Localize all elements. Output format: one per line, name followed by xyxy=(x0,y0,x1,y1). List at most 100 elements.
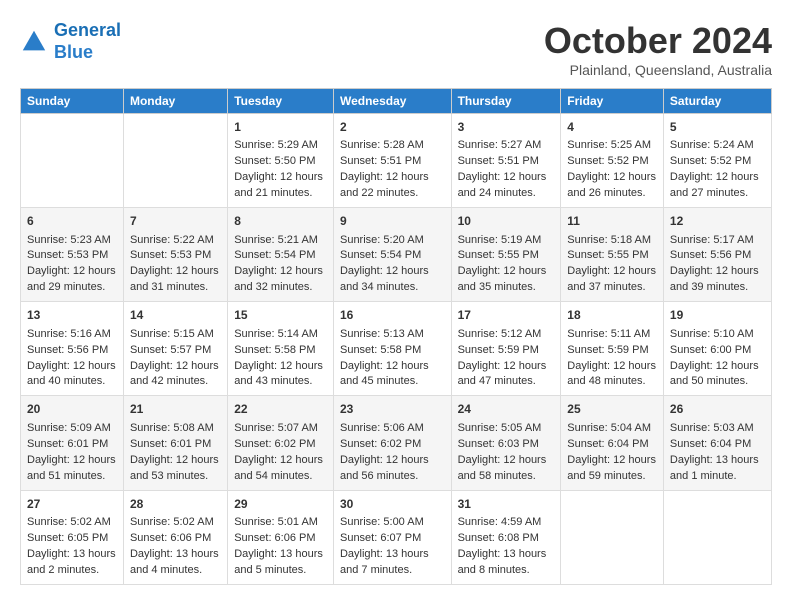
day-info: Sunset: 6:01 PM xyxy=(27,437,117,453)
day-info: Sunset: 5:55 PM xyxy=(458,248,555,264)
day-info: Sunset: 6:02 PM xyxy=(234,437,327,453)
calendar-cell: 29Sunrise: 5:01 AMSunset: 6:06 PMDayligh… xyxy=(228,490,334,584)
day-info: Sunset: 5:55 PM xyxy=(567,248,657,264)
day-info: Sunrise: 5:25 AM xyxy=(567,138,657,154)
day-info: Sunrise: 5:04 AM xyxy=(567,421,657,437)
day-info: Sunset: 6:00 PM xyxy=(670,343,765,359)
weekday-header-row: SundayMondayTuesdayWednesdayThursdayFrid… xyxy=(21,89,772,114)
day-info: Sunrise: 5:16 AM xyxy=(27,327,117,343)
day-number: 18 xyxy=(567,307,657,324)
day-info: Daylight: 13 hours and 7 minutes. xyxy=(340,547,445,579)
calendar-cell xyxy=(561,490,664,584)
day-info: Sunset: 6:04 PM xyxy=(567,437,657,453)
day-info: Sunrise: 5:17 AM xyxy=(670,233,765,249)
calendar-cell: 5Sunrise: 5:24 AMSunset: 5:52 PMDaylight… xyxy=(663,114,771,208)
day-number: 1 xyxy=(234,119,327,136)
day-info: Sunset: 5:54 PM xyxy=(234,248,327,264)
calendar-cell: 4Sunrise: 5:25 AMSunset: 5:52 PMDaylight… xyxy=(561,114,664,208)
calendar-cell: 16 Sunrise: 5:13 AMSunset: 5:58 PMDayligh… xyxy=(333,302,451,396)
calendar-cell: 9Sunrise: 5:20 AMSunset: 5:54 PMDaylight… xyxy=(333,208,451,302)
day-number: 14 xyxy=(130,307,221,324)
calendar-cell: 24Sunrise: 5:05 AMSunset: 6:03 PMDayligh… xyxy=(451,396,561,490)
calendar-cell: 17Sunrise: 5:12 AMSunset: 5:59 PMDayligh… xyxy=(451,302,561,396)
day-number: 22 xyxy=(234,401,327,418)
logo: General Blue xyxy=(20,20,121,63)
day-info: Sunset: 5:59 PM xyxy=(458,343,555,359)
day-info: Sunrise: 5:11 AM xyxy=(567,327,657,343)
weekday-header: Friday xyxy=(561,89,664,114)
calendar-cell: 22Sunrise: 5:07 AMSunset: 6:02 PMDayligh… xyxy=(228,396,334,490)
weekday-header: Monday xyxy=(123,89,227,114)
calendar-cell: 10Sunrise: 5:19 AMSunset: 5:55 PMDayligh… xyxy=(451,208,561,302)
day-info: Daylight: 12 hours and 54 minutes. xyxy=(234,453,327,485)
day-info: Daylight: 12 hours and 56 minutes. xyxy=(340,453,445,485)
calendar-cell: 11Sunrise: 5:18 AMSunset: 5:55 PMDayligh… xyxy=(561,208,664,302)
day-info: Sunrise: 5:10 AM xyxy=(670,327,765,343)
day-info: Sunset: 6:02 PM xyxy=(340,437,445,453)
calendar-cell: 26Sunrise: 5:03 AMSunset: 6:04 PMDayligh… xyxy=(663,396,771,490)
day-number: 8 xyxy=(234,213,327,230)
calendar-cell: 2Sunrise: 5:28 AMSunset: 5:51 PMDaylight… xyxy=(333,114,451,208)
day-number: 11 xyxy=(567,213,657,230)
day-info: Sunset: 5:52 PM xyxy=(567,154,657,170)
day-number: 6 xyxy=(27,213,117,230)
calendar-cell: 19Sunrise: 5:10 AMSunset: 6:00 PMDayligh… xyxy=(663,302,771,396)
weekday-header: Saturday xyxy=(663,89,771,114)
day-number: 26 xyxy=(670,401,765,418)
calendar-cell: 1Sunrise: 5:29 AMSunset: 5:50 PMDaylight… xyxy=(228,114,334,208)
calendar-cell xyxy=(123,114,227,208)
day-info: Sunrise: 5:22 AM xyxy=(130,233,221,249)
day-info: Sunset: 5:59 PM xyxy=(567,343,657,359)
day-number: 30 xyxy=(340,496,445,513)
day-info: Daylight: 12 hours and 21 minutes. xyxy=(234,170,327,202)
weekday-header: Tuesday xyxy=(228,89,334,114)
day-info: Sunrise: 5:14 AM xyxy=(234,327,327,343)
day-info: Sunrise: 5:02 AM xyxy=(27,515,117,531)
day-info: Sunset: 5:52 PM xyxy=(670,154,765,170)
day-info: Daylight: 12 hours and 47 minutes. xyxy=(458,359,555,391)
day-info: Daylight: 12 hours and 58 minutes. xyxy=(458,453,555,485)
calendar-cell: 6Sunrise: 5:23 AMSunset: 5:53 PMDaylight… xyxy=(21,208,124,302)
calendar-cell xyxy=(21,114,124,208)
calendar-cell: 14Sunrise: 5:15 AMSunset: 5:57 PMDayligh… xyxy=(123,302,227,396)
day-info: Daylight: 12 hours and 51 minutes. xyxy=(27,453,117,485)
calendar-cell: 15Sunrise: 5:14 AMSunset: 5:58 PMDayligh… xyxy=(228,302,334,396)
day-info: Daylight: 12 hours and 35 minutes. xyxy=(458,264,555,296)
day-info: Sunset: 5:56 PM xyxy=(27,343,117,359)
day-info: Daylight: 12 hours and 34 minutes. xyxy=(340,264,445,296)
day-number: 16 xyxy=(340,307,445,324)
calendar-week-row: 13Sunrise: 5:16 AMSunset: 5:56 PMDayligh… xyxy=(21,302,772,396)
day-info: Daylight: 12 hours and 53 minutes. xyxy=(130,453,221,485)
day-info: Sunset: 5:51 PM xyxy=(458,154,555,170)
page-header: General Blue October 2024 Plainland, Que… xyxy=(20,20,772,78)
calendar-cell: 25Sunrise: 5:04 AMSunset: 6:04 PMDayligh… xyxy=(561,396,664,490)
weekday-header: Sunday xyxy=(21,89,124,114)
day-info: Sunrise: 5:00 AM xyxy=(340,515,445,531)
day-info: Sunrise: 5:03 AM xyxy=(670,421,765,437)
calendar-cell: 23Sunrise: 5:06 AMSunset: 6:02 PMDayligh… xyxy=(333,396,451,490)
logo-text: General Blue xyxy=(54,20,121,63)
title-block: October 2024 Plainland, Queensland, Aust… xyxy=(544,20,772,78)
day-info: Sunrise: 5:20 AM xyxy=(340,233,445,249)
day-info: Sunset: 6:01 PM xyxy=(130,437,221,453)
day-info: Daylight: 12 hours and 39 minutes. xyxy=(670,264,765,296)
day-info: Sunset: 6:03 PM xyxy=(458,437,555,453)
day-info: Sunset: 5:51 PM xyxy=(340,154,445,170)
logo-general: General xyxy=(54,20,121,40)
day-number: 21 xyxy=(130,401,221,418)
day-info: Daylight: 12 hours and 45 minutes. xyxy=(340,359,445,391)
day-info: Sunrise: 5:29 AM xyxy=(234,138,327,154)
logo-blue: Blue xyxy=(54,42,121,64)
day-info: Daylight: 12 hours and 24 minutes. xyxy=(458,170,555,202)
day-info: Sunrise: 5:13 AM xyxy=(340,327,445,343)
day-number: 12 xyxy=(670,213,765,230)
day-info: Daylight: 12 hours and 43 minutes. xyxy=(234,359,327,391)
day-info: Sunset: 5:58 PM xyxy=(340,343,445,359)
day-number: 20 xyxy=(27,401,117,418)
day-info: Sunset: 6:04 PM xyxy=(670,437,765,453)
day-number: 4 xyxy=(567,119,657,136)
day-info: Daylight: 12 hours and 50 minutes. xyxy=(670,359,765,391)
calendar-cell: 7Sunrise: 5:22 AMSunset: 5:53 PMDaylight… xyxy=(123,208,227,302)
day-info: Sunrise: 4:59 AM xyxy=(458,515,555,531)
calendar-cell: 28Sunrise: 5:02 AMSunset: 6:06 PMDayligh… xyxy=(123,490,227,584)
